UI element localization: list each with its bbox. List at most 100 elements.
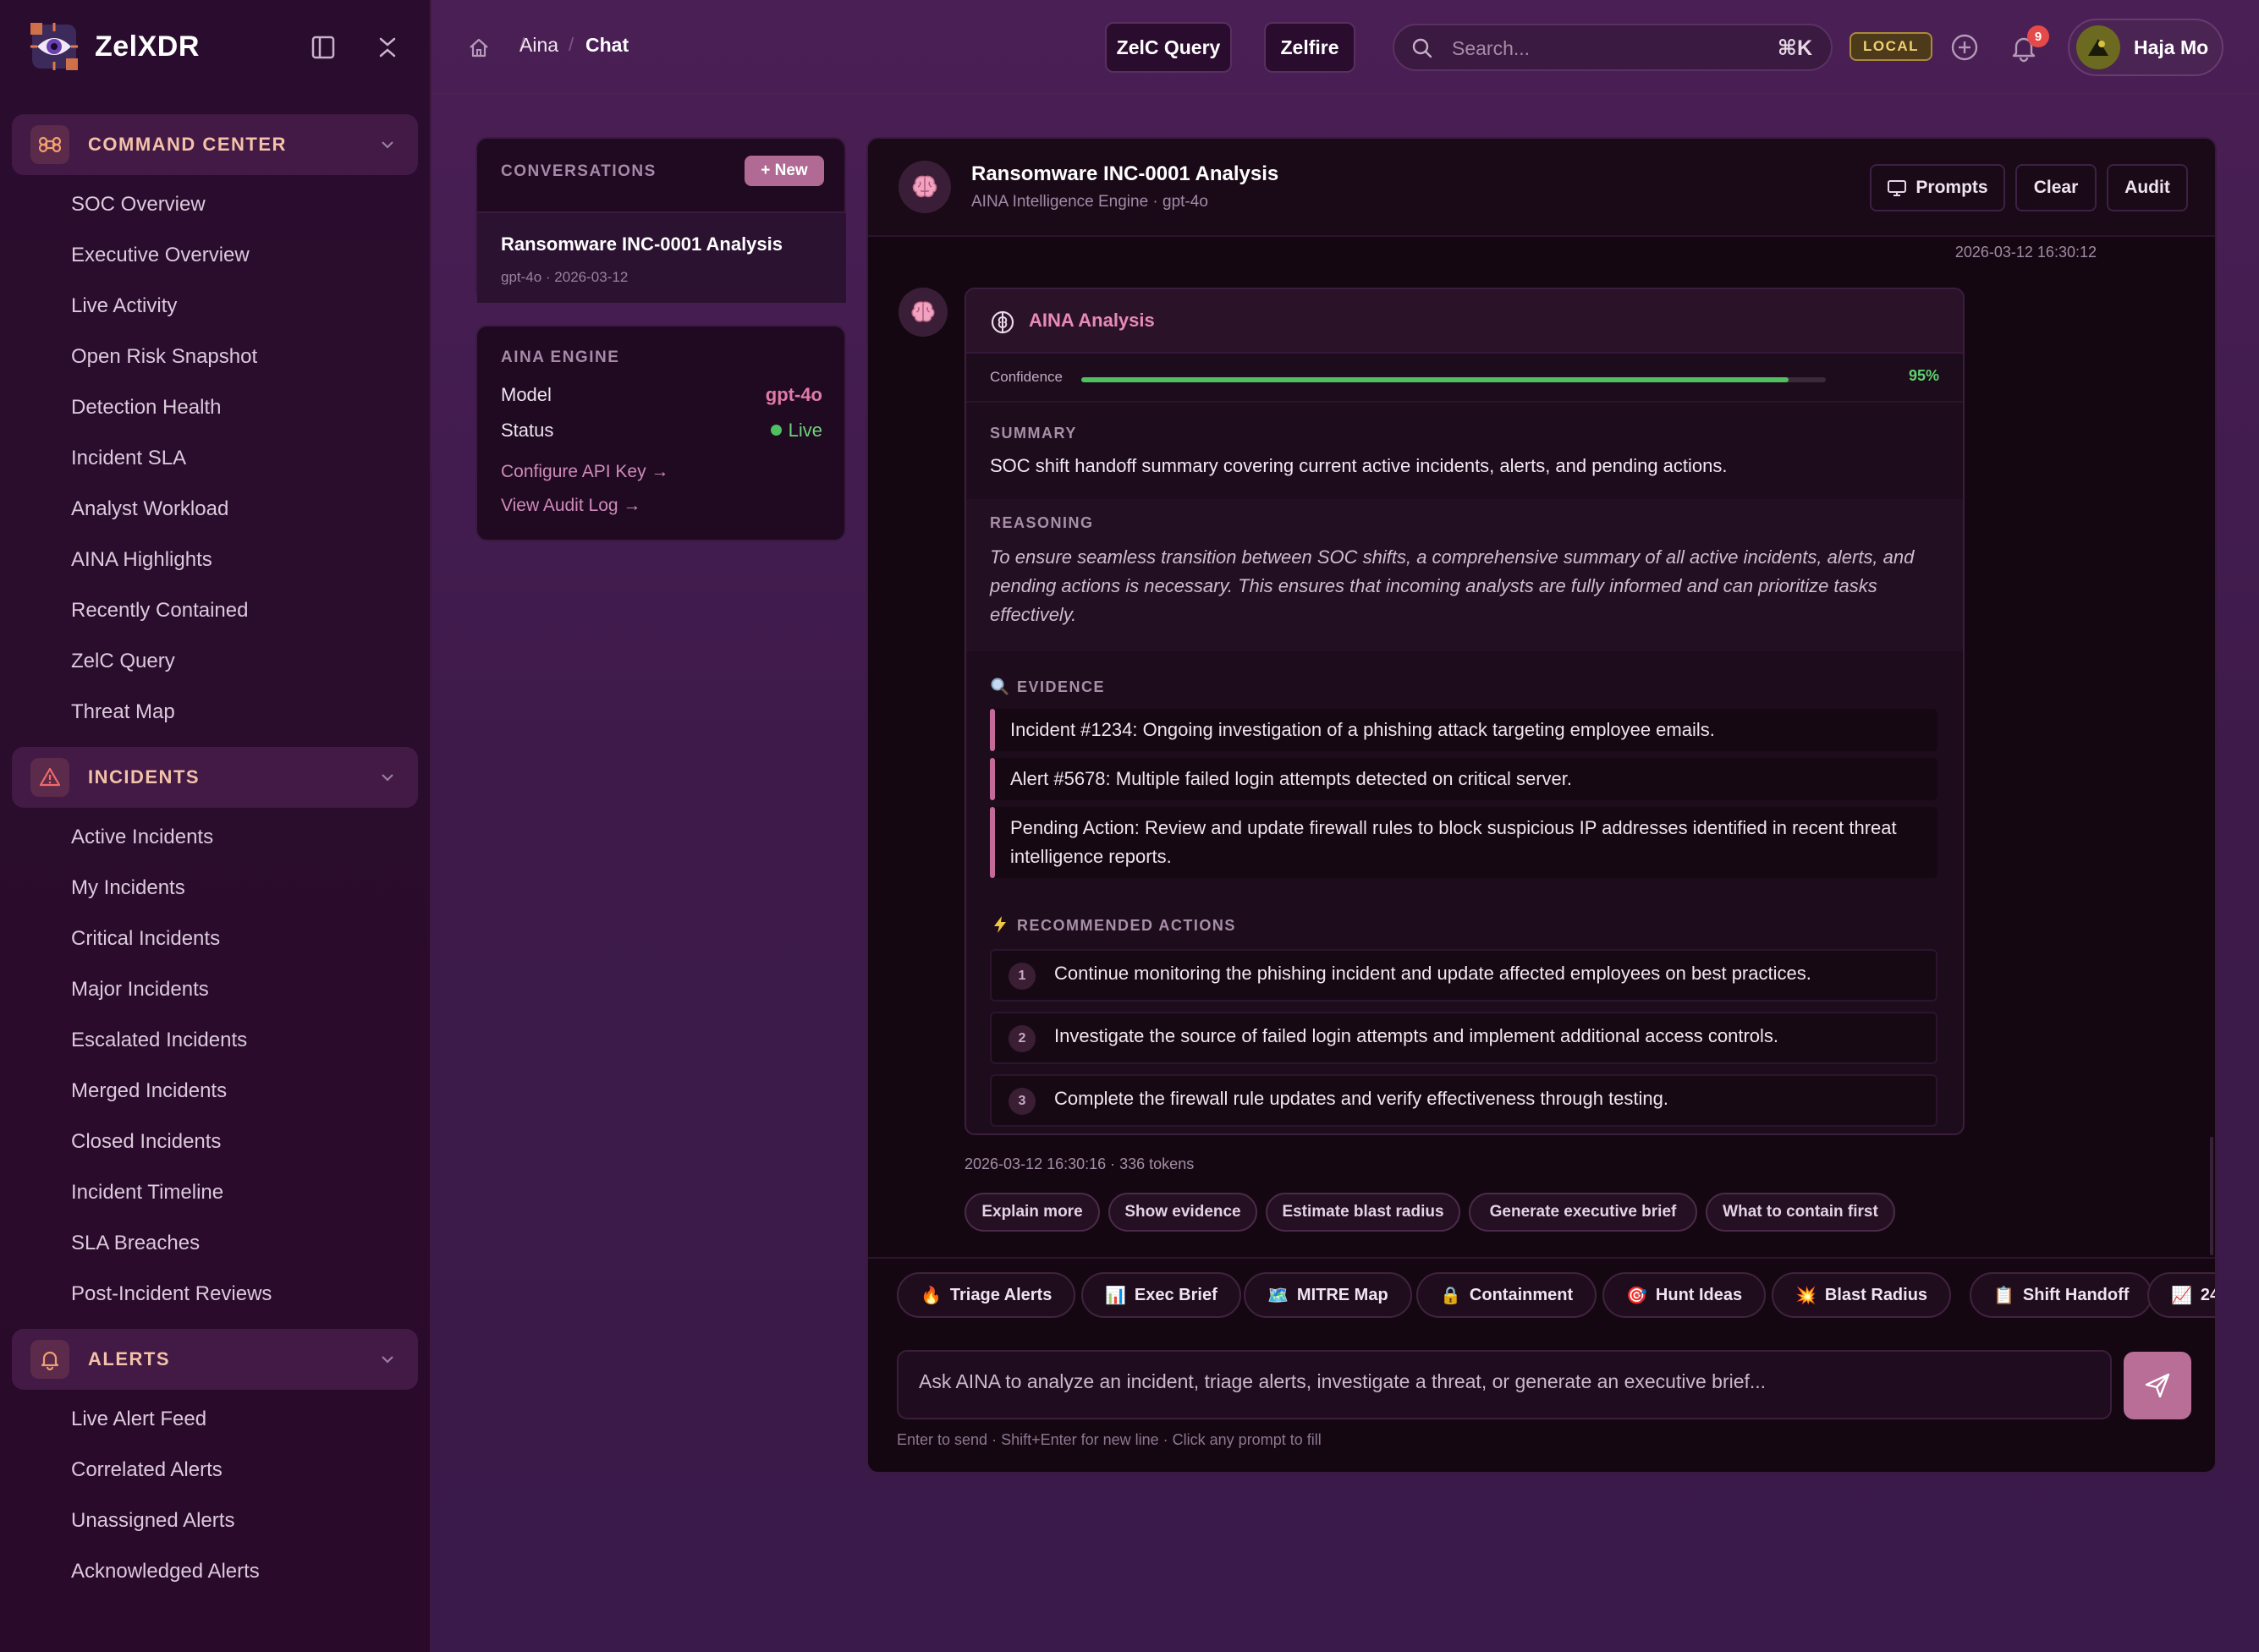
action-text: Complete the firewall rule updates and v… (1054, 1088, 1668, 1109)
nav-item[interactable]: Live Activity (71, 289, 177, 323)
prompt-chip[interactable]: 📊 Exec Brief (1081, 1272, 1241, 1318)
target-icon: 🎯 (1626, 1286, 1647, 1305)
audit-button[interactable]: Audit (2107, 164, 2188, 211)
nav-item[interactable]: ZelC Query (71, 645, 175, 678)
collapse-all-icon[interactable] (372, 32, 403, 63)
reasoning-label: REASONING (990, 514, 1094, 531)
conversation-title: Ransomware INC-0001 Analysis (501, 233, 783, 255)
nav-item[interactable]: Executive Overview (71, 239, 250, 272)
bell-icon (30, 1340, 69, 1379)
env-badge: LOCAL (1850, 32, 1933, 61)
nav-item[interactable]: Analyst Workload (71, 492, 228, 526)
chat-header: Ransomware INC-0001 Analysis AINA Intell… (868, 139, 2215, 237)
search-input[interactable]: Search... ⌘K (1393, 24, 1833, 71)
configure-api-key-link[interactable]: Configure API Key → (501, 462, 668, 482)
nav-item[interactable]: My Incidents (71, 871, 185, 905)
home-icon[interactable] (467, 36, 491, 59)
new-conversation-button[interactable]: + New (745, 156, 824, 186)
nav-item[interactable]: Unassigned Alerts (71, 1504, 234, 1538)
user-menu[interactable]: Haja Mo (2068, 19, 2223, 76)
nav-item[interactable]: Recently Contained (71, 594, 248, 628)
followup-chip[interactable]: What to contain first (1706, 1193, 1895, 1232)
nav-item[interactable]: Correlated Alerts (71, 1453, 223, 1487)
add-icon[interactable] (1949, 32, 1980, 63)
reasoning-block: REASONING To ensure seamless transition … (966, 499, 1963, 651)
confidence-bar (1081, 377, 1826, 382)
group-alerts[interactable]: ALERTS (12, 1329, 418, 1390)
recommended-action: 1 Continue monitoring the phishing incid… (990, 949, 1937, 1002)
prompt-chip[interactable]: 📈 24 (2147, 1272, 2215, 1318)
topbar: / Aina / Chat ZelC Query Zelfire Search.… (431, 0, 2259, 95)
group-label: COMMAND CENTER (88, 134, 287, 155)
prompts-button[interactable]: Prompts (1870, 164, 2005, 211)
send-button[interactable] (2124, 1352, 2191, 1419)
nav-item[interactable]: Incident SLA (71, 442, 186, 475)
nav-item[interactable]: SOC Overview (71, 188, 206, 222)
chat-title: Ransomware INC-0001 Analysis (971, 162, 1279, 185)
conversations-title: CONVERSATIONS (501, 162, 657, 180)
engine-panel: AINA ENGINE Model gpt-4o Status Live Con… (475, 325, 846, 541)
sidebar-toggle-icon[interactable] (308, 32, 338, 63)
confidence-value: 95% (1908, 367, 1939, 384)
chat-scrollbar[interactable] (2210, 1137, 2213, 1255)
prompt-chip[interactable]: 📋 Shift Handoff (1970, 1272, 2153, 1318)
prompt-chip[interactable]: 🗺️ MITRE Map (1244, 1272, 1412, 1318)
send-icon (2145, 1373, 2170, 1398)
search-placeholder: Search... (1452, 37, 1531, 59)
conversation-item[interactable]: Ransomware INC-0001 Analysis gpt-4o · 20… (477, 211, 846, 303)
nav-item[interactable]: Detection Health (71, 391, 221, 425)
confidence-bar-fill (1081, 377, 1789, 382)
zelc-query-button[interactable]: ZelC Query (1105, 22, 1232, 73)
summary-text: SOC shift handoff summary covering curre… (990, 455, 1728, 476)
breadcrumb-separator: / (569, 34, 574, 55)
chat-panel: Ransomware INC-0001 Analysis AINA Intell… (866, 137, 2217, 1474)
prompt-chip[interactable]: 💥 Blast Radius (1772, 1272, 1952, 1318)
nav-item[interactable]: Threat Map (71, 695, 175, 729)
view-audit-log-link[interactable]: View Audit Log → (501, 496, 640, 516)
nav-item[interactable]: Escalated Incidents (71, 1024, 247, 1057)
sidebar: ZelXDR COMMAND CENTER SOC Overview Execu… (0, 0, 431, 1652)
nav-item[interactable]: Open Risk Snapshot (71, 340, 257, 374)
nav-item[interactable]: Critical Incidents (71, 922, 220, 956)
brand-name: ZelXDR (95, 30, 200, 63)
followup-chip[interactable]: Show evidence (1108, 1193, 1257, 1232)
nav-item[interactable]: Live Alert Feed (71, 1402, 206, 1436)
nav-item[interactable]: Acknowledged Alerts (71, 1555, 260, 1589)
warning-icon (30, 758, 69, 797)
nav-item[interactable]: AINA Highlights (71, 543, 212, 577)
nav-item[interactable]: Active Incidents (71, 821, 213, 854)
brain-icon (911, 301, 935, 322)
clear-button[interactable]: Clear (2015, 164, 2097, 211)
brand[interactable]: ZelXDR (29, 19, 200, 74)
group-incidents[interactable]: INCIDENTS (12, 747, 418, 808)
analysis-card-header: AINA Analysis (966, 289, 1963, 354)
nav-item[interactable]: Major Incidents (71, 973, 209, 1007)
prompt-chip-label: Triage Alerts (949, 1285, 1053, 1304)
explosion-icon: 💥 (1795, 1286, 1817, 1305)
evidence-accent (990, 758, 995, 800)
engine-title: AINA ENGINE (501, 349, 620, 366)
breadcrumb-aina-link[interactable]: Aina (519, 34, 558, 57)
nav-item[interactable]: Merged Incidents (71, 1074, 227, 1108)
prompt-chip[interactable]: 🔥 Triage Alerts (897, 1272, 1076, 1318)
status-live-dot (770, 425, 782, 436)
group-command-center[interactable]: COMMAND CENTER (12, 114, 418, 175)
nav-item[interactable]: Post-Incident Reviews (71, 1277, 272, 1311)
analysis-title: AINA Analysis (1029, 310, 1155, 331)
followup-chip[interactable]: Generate executive brief (1469, 1193, 1697, 1232)
model-value: gpt-4o (765, 384, 822, 405)
nav-item[interactable]: Closed Incidents (71, 1125, 221, 1159)
followup-chip[interactable]: Estimate blast radius (1266, 1193, 1460, 1232)
chat-input[interactable]: Ask AINA to analyze an incident, triage … (897, 1350, 2112, 1419)
zelfire-button[interactable]: Zelfire (1264, 22, 1355, 73)
command-icon (30, 125, 69, 164)
prompt-chip[interactable]: 🎯 Hunt Ideas (1602, 1272, 1767, 1318)
prompt-chip[interactable]: 🔒 Containment (1416, 1272, 1597, 1318)
nav-item[interactable]: SLA Breaches (71, 1227, 200, 1260)
action-number: 3 (1009, 1088, 1036, 1115)
analysis-card: AINA Analysis Confidence 95% SUMMARY SOC… (965, 288, 1965, 1135)
followup-chip[interactable]: Explain more (965, 1193, 1100, 1232)
nav-item[interactable]: Incident Timeline (71, 1176, 223, 1210)
action-text: Continue monitoring the phishing inciden… (1054, 963, 1811, 984)
chevron-down-icon (382, 774, 393, 782)
